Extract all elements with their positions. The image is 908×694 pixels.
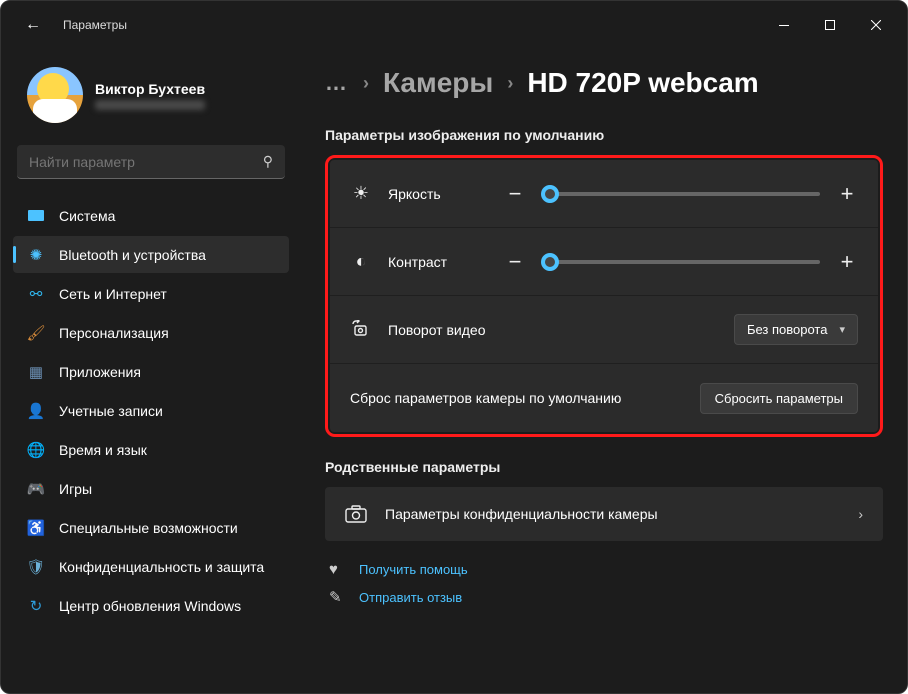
accessibility-icon: ♿ (27, 519, 45, 537)
brightness-row: ☀ Яркость − + (330, 160, 878, 228)
close-icon (871, 20, 881, 30)
minimize-icon (779, 25, 789, 26)
nav-bluetooth-devices[interactable]: ✺ Bluetooth и устройства (13, 236, 289, 273)
privacy-label: Параметры конфиденциальности камеры (385, 506, 658, 522)
minimize-button[interactable] (761, 9, 807, 41)
contrast-decrease[interactable]: − (504, 249, 526, 275)
user-icon: 👤 (27, 402, 45, 420)
chevron-right-icon: › (858, 506, 863, 522)
help-icon: ♥ (329, 561, 347, 578)
image-defaults-card: ☀ Яркость − + ◐ Контраст (330, 160, 878, 432)
nav-label: Приложения (59, 364, 141, 380)
nav-privacy[interactable]: 🛡 Конфиденциальность и защита (13, 548, 289, 585)
brightness-slider[interactable] (542, 192, 820, 196)
bluetooth-icon: ✺ (27, 246, 45, 264)
nav-label: Учетные записи (59, 403, 163, 419)
rotation-row: Поворот видео Без поворота ▾ (330, 296, 878, 364)
chevron-down-icon: ▾ (839, 323, 845, 336)
apps-icon: ▦ (27, 363, 45, 381)
contrast-row: ◐ Контраст − + (330, 228, 878, 296)
breadcrumb-current: HD 720P webcam (527, 67, 758, 99)
rotation-dropdown[interactable]: Без поворота ▾ (734, 314, 858, 345)
brightness-label: Яркость (388, 186, 488, 202)
window-controls (761, 9, 899, 41)
brightness-icon: ☀ (350, 183, 372, 204)
contrast-increase[interactable]: + (836, 249, 858, 275)
gamepad-icon: 🎮 (27, 480, 45, 498)
profile-name: Виктор Бухтеев (95, 81, 205, 97)
search-input[interactable] (29, 154, 263, 170)
nav-personalization[interactable]: 🖌 Персонализация (13, 314, 289, 351)
nav-list: Система ✺ Bluetooth и устройства ⚯ Сеть … (13, 197, 289, 624)
brightness-increase[interactable]: + (836, 181, 858, 207)
nav-time-language[interactable]: 🌐 Время и язык (13, 431, 289, 468)
titlebar: ← Параметры (1, 1, 907, 49)
rotate-icon (350, 320, 372, 340)
link-label: Получить помощь (359, 562, 468, 577)
slider-thumb[interactable] (541, 253, 559, 271)
maximize-button[interactable] (807, 9, 853, 41)
nav-label: Специальные возможности (59, 520, 238, 536)
breadcrumb-parent[interactable]: Камеры (383, 67, 493, 99)
contrast-label: Контраст (388, 254, 488, 270)
camera-icon (345, 505, 367, 523)
shield-icon: 🛡 (27, 558, 45, 576)
system-icon (27, 207, 45, 225)
nav-label: Персонализация (59, 325, 169, 341)
window-title: Параметры (63, 18, 127, 32)
search-icon: ⚲ (263, 153, 273, 170)
nav-label: Сеть и Интернет (59, 286, 167, 302)
slider-thumb[interactable] (541, 185, 559, 203)
nav-system[interactable]: Система (13, 197, 289, 234)
nav-accessibility[interactable]: ♿ Специальные возможности (13, 509, 289, 546)
search-box[interactable]: ⚲ (17, 145, 285, 179)
profile-email (95, 100, 205, 110)
nav-label: Конфиденциальность и защита (59, 559, 264, 575)
nav-windows-update[interactable]: ↻ Центр обновления Windows (13, 587, 289, 624)
brightness-decrease[interactable]: − (504, 181, 526, 207)
breadcrumb-more[interactable]: … (325, 70, 349, 96)
close-button[interactable] (853, 9, 899, 41)
dropdown-value: Без поворота (747, 322, 828, 337)
nav-network[interactable]: ⚯ Сеть и Интернет (13, 275, 289, 312)
avatar (27, 67, 83, 123)
nav-label: Время и язык (59, 442, 147, 458)
nav-label: Система (59, 208, 115, 224)
wifi-icon: ⚯ (27, 285, 45, 303)
brush-icon: 🖌 (27, 324, 45, 342)
sidebar: Виктор Бухтеев ⚲ Система ✺ Bluetooth и у… (1, 49, 301, 693)
update-icon: ↻ (27, 597, 45, 615)
profile-block[interactable]: Виктор Бухтеев (13, 49, 289, 145)
main-content: … › Камеры › HD 720P webcam Параметры из… (301, 49, 907, 693)
section-title-related: Родственные параметры (325, 459, 883, 475)
nav-accounts[interactable]: 👤 Учетные записи (13, 392, 289, 429)
breadcrumb: … › Камеры › HD 720P webcam (325, 67, 883, 99)
globe-icon: 🌐 (27, 441, 45, 459)
back-button[interactable]: ← (21, 16, 45, 34)
chevron-right-icon: › (507, 73, 513, 94)
feedback-icon: ✎ (329, 588, 347, 606)
privacy-settings-link[interactable]: Параметры конфиденциальности камеры › (325, 487, 883, 541)
nav-label: Игры (59, 481, 92, 497)
contrast-slider[interactable] (542, 260, 820, 264)
nav-label: Центр обновления Windows (59, 598, 241, 614)
settings-window: ← Параметры Виктор Бухтеев (0, 0, 908, 694)
nav-apps[interactable]: ▦ Приложения (13, 353, 289, 390)
get-help-link[interactable]: ♥ Получить помощь (329, 561, 883, 578)
section-title-image-defaults: Параметры изображения по умолчанию (325, 127, 883, 143)
nav-label: Bluetooth и устройства (59, 247, 206, 263)
chevron-right-icon: › (363, 73, 369, 94)
nav-gaming[interactable]: 🎮 Игры (13, 470, 289, 507)
highlight-annotation: ☀ Яркость − + ◐ Контраст (325, 155, 883, 437)
reset-button[interactable]: Сбросить параметры (700, 383, 858, 414)
reset-label: Сброс параметров камеры по умолчанию (350, 390, 621, 406)
contrast-icon: ◐ (350, 251, 372, 272)
rotation-label: Поворот видео (388, 322, 488, 338)
footer-links: ♥ Получить помощь ✎ Отправить отзыв (325, 561, 883, 606)
maximize-icon (825, 20, 835, 30)
feedback-link[interactable]: ✎ Отправить отзыв (329, 588, 883, 606)
link-label: Отправить отзыв (359, 590, 462, 605)
reset-row: Сброс параметров камеры по умолчанию Сбр… (330, 364, 878, 432)
